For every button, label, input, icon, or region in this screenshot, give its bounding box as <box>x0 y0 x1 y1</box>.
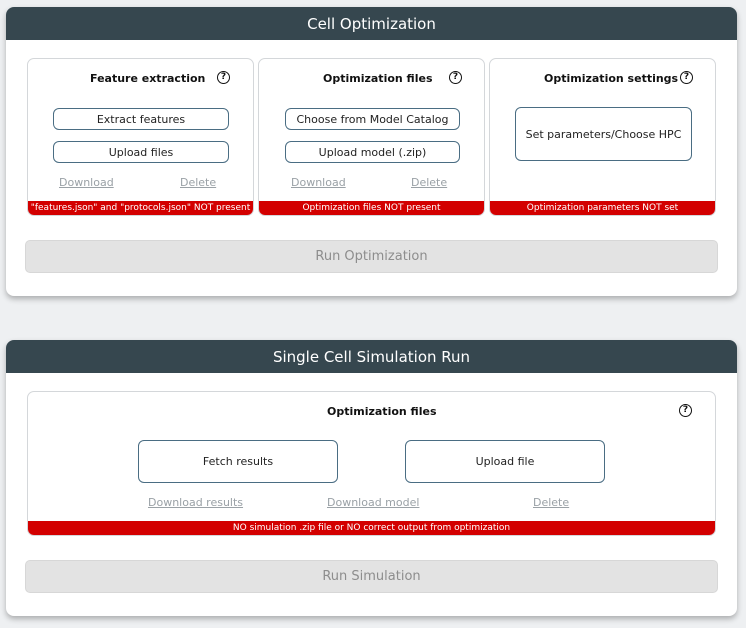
card-title: Feature extraction <box>90 72 206 85</box>
help-icon[interactable]: ? <box>449 71 462 84</box>
status-banner: Optimization files NOT present <box>259 201 484 215</box>
delete-link[interactable]: Delete <box>533 496 569 509</box>
help-icon[interactable]: ? <box>680 71 693 84</box>
download-link[interactable]: Download <box>291 176 346 189</box>
optimization-settings-card: Optimization settings ? Set parameters/C… <box>489 58 716 216</box>
run-optimization-button[interactable]: Run Optimization <box>25 240 718 273</box>
download-link[interactable]: Download <box>59 176 114 189</box>
card-title: Optimization files <box>323 72 433 85</box>
panel-title: Cell Optimization <box>307 14 436 33</box>
simulation-files-card: Optimization files ? Fetch results Uploa… <box>27 391 716 536</box>
delete-link[interactable]: Delete <box>411 176 447 189</box>
panel-title: Single Cell Simulation Run <box>272 347 471 366</box>
optimization-files-card: Optimization files ? Choose from Model C… <box>258 58 485 216</box>
panel-header: Cell Optimization <box>6 7 737 40</box>
delete-link[interactable]: Delete <box>180 176 216 189</box>
status-banner: "features.json" and "protocols.json" NOT… <box>28 201 253 215</box>
help-icon[interactable]: ? <box>217 71 230 84</box>
feature-extraction-card: Feature extraction ? Extract features Up… <box>27 58 254 216</box>
status-banner: NO simulation .zip file or NO correct ou… <box>28 521 715 535</box>
extract-features-button[interactable]: Extract features <box>53 108 229 130</box>
download-model-link[interactable]: Download model <box>327 496 419 509</box>
upload-file-button[interactable]: Upload file <box>405 440 605 483</box>
status-banner: Optimization parameters NOT set <box>490 201 715 215</box>
help-icon[interactable]: ? <box>679 404 692 417</box>
set-parameters-button[interactable]: Set parameters/Choose HPC <box>515 107 692 161</box>
download-results-link[interactable]: Download results <box>148 496 243 509</box>
card-title: Optimization settings <box>544 72 679 85</box>
upload-model-button[interactable]: Upload model (.zip) <box>285 141 460 163</box>
choose-from-model-catalog-button[interactable]: Choose from Model Catalog <box>285 108 460 130</box>
cell-optimization-panel: Cell Optimization Feature extraction ? E… <box>6 7 737 296</box>
card-title: Optimization files <box>327 405 437 418</box>
upload-files-button[interactable]: Upload files <box>53 141 229 163</box>
run-simulation-button[interactable]: Run Simulation <box>25 560 718 593</box>
fetch-results-button[interactable]: Fetch results <box>138 440 338 483</box>
panel-header: Single Cell Simulation Run <box>6 340 737 373</box>
single-cell-simulation-panel: Single Cell Simulation Run Optimization … <box>6 340 737 616</box>
